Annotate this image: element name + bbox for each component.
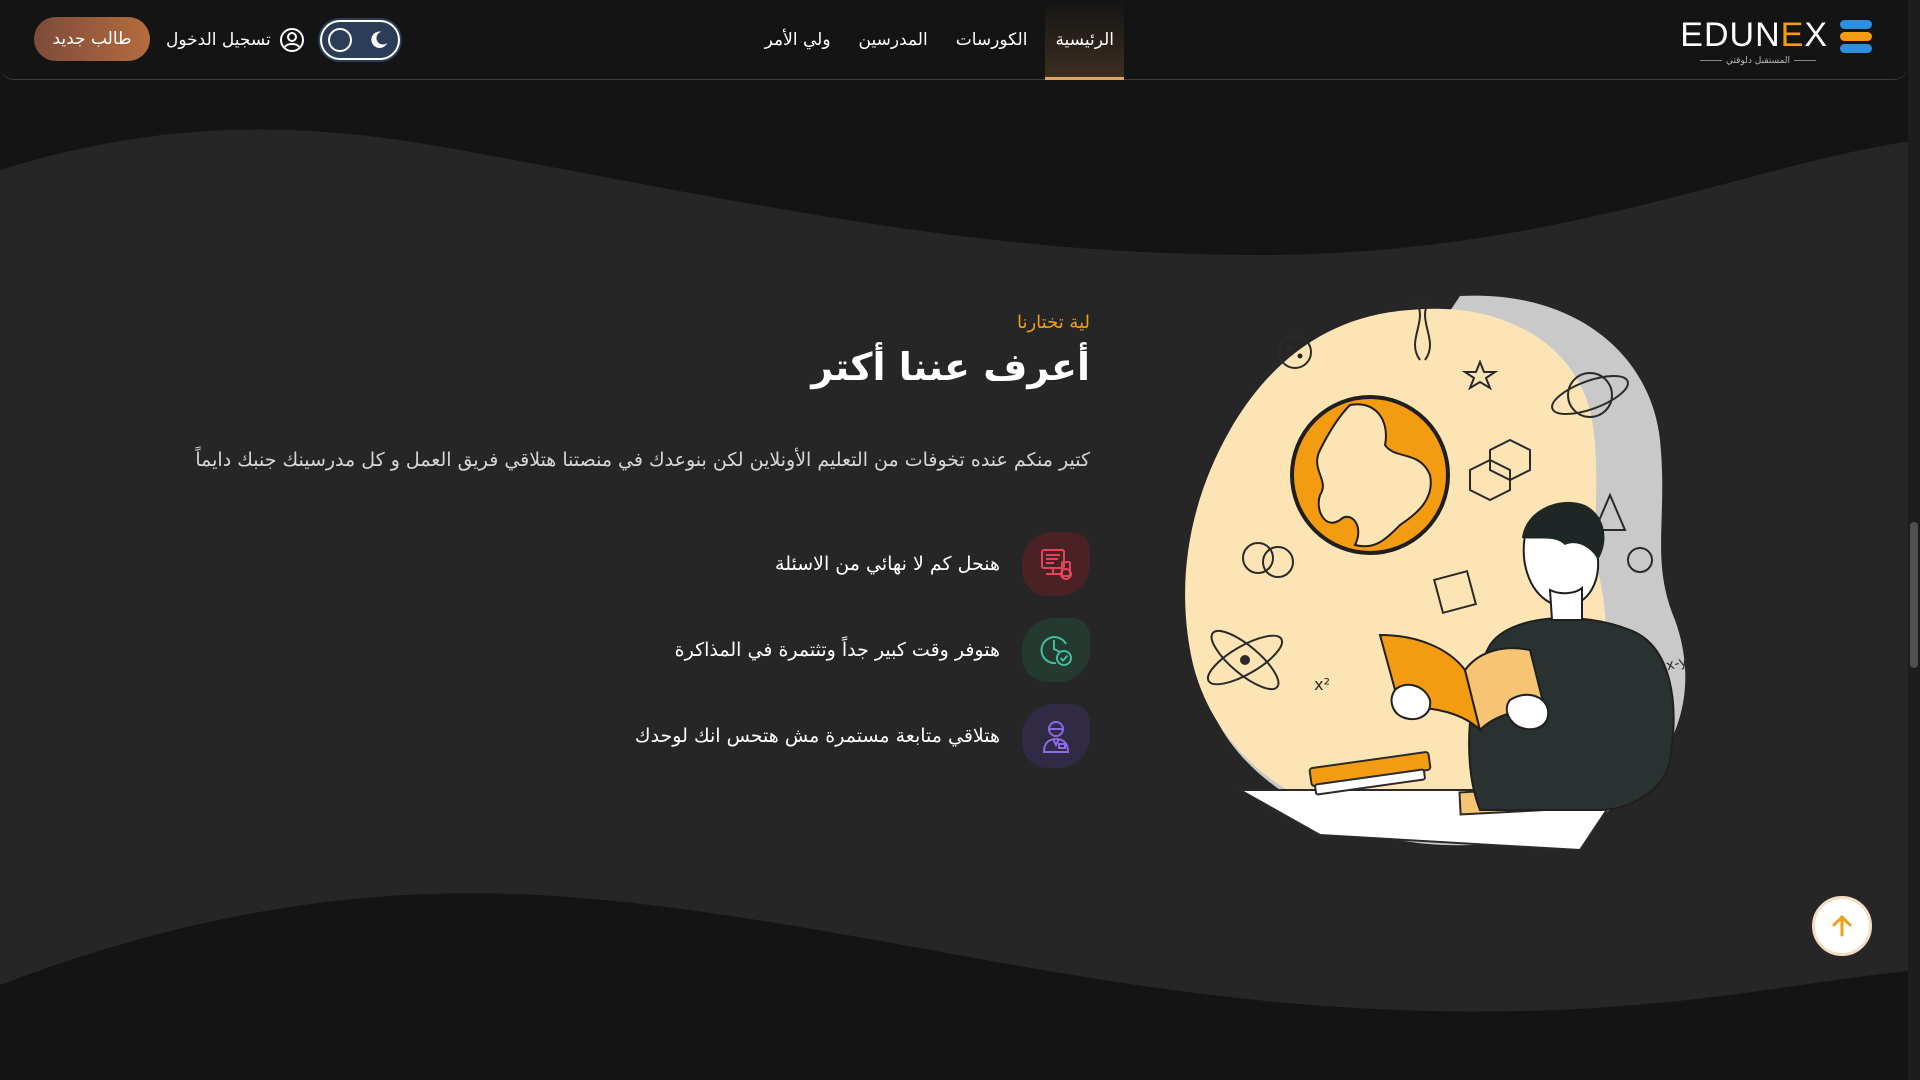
feature-list: هنحل كم لا نهائي من الاسئلة هتوفر وقت كب… [170, 531, 1090, 769]
arrow-up-icon [1832, 915, 1852, 937]
about-section: لية تختارنا أعرف عننا أكتر كتير منكم عند… [170, 312, 1090, 789]
section-title: أعرف عننا أكتر [811, 345, 1090, 389]
nav-item-home[interactable]: الرئيسية [1045, 0, 1124, 80]
site-header: EDUNEX المستقبل دلوقتي الرئيسية الكورسات… [0, 0, 1908, 80]
clock-check-icon [1040, 636, 1072, 666]
feature-item: هتلاقي متابعة مستمرة مش هتحس انك لوحدك [170, 703, 1090, 769]
nav-item-parent[interactable]: ولي الأمر [755, 0, 841, 80]
feature-icon-wrapper [1022, 618, 1090, 682]
toggle-knob [328, 28, 352, 52]
feature-icon-wrapper [1022, 704, 1090, 768]
logo-tagline: المستقبل دلوقتي [1688, 56, 1828, 66]
login-label: تسجيل الدخول [166, 30, 271, 50]
feature-item: هتوفر وقت كبير جداً وتثتمرة في المذاكرة [170, 617, 1090, 683]
computer-question-icon [1041, 549, 1072, 580]
feature-text: هنحل كم لا نهائي من الاسئلة [775, 553, 1000, 575]
moon-icon [371, 31, 388, 48]
scrollbar-thumb[interactable] [1910, 522, 1918, 668]
feature-text: هتوفر وقت كبير جداً وتثتمرة في المذاكرة [674, 639, 1000, 661]
nav-item-courses[interactable]: الكورسات [946, 0, 1038, 80]
section-description: كتير منكم عنده تخوفات من التعليم الأونلا… [195, 449, 1090, 471]
feature-item: هنحل كم لا نهائي من الاسئلة [170, 531, 1090, 597]
feature-icon-wrapper [1022, 532, 1090, 596]
scrollbar-track[interactable] [1908, 0, 1920, 1080]
feature-text: هتلاقي متابعة مستمرة مش هتحس انك لوحدك [634, 725, 1000, 747]
back-to-top-button[interactable] [1812, 896, 1872, 956]
section-eyebrow: لية تختارنا [1016, 312, 1090, 333]
login-link[interactable]: تسجيل الدخول [166, 24, 305, 56]
brand-logo[interactable]: EDUNEX المستقبل دلوقتي [1680, 14, 1874, 66]
user-circle-icon [279, 28, 304, 52]
svg-text:x²: x² [1314, 675, 1330, 694]
teacher-icon [1042, 721, 1070, 753]
logo-mark-icon [1840, 20, 1872, 53]
student-reading-illustration: x² x-y [1185, 295, 1689, 850]
logo-wordmark: EDUNEX [1680, 16, 1828, 54]
register-button[interactable]: طالب جديد [34, 17, 150, 61]
main-nav: الرئيسية الكورسات المدرسين ولي الأمر [751, 0, 1128, 80]
nav-item-teachers[interactable]: المدرسين [849, 0, 938, 80]
theme-toggle[interactable] [320, 20, 400, 60]
